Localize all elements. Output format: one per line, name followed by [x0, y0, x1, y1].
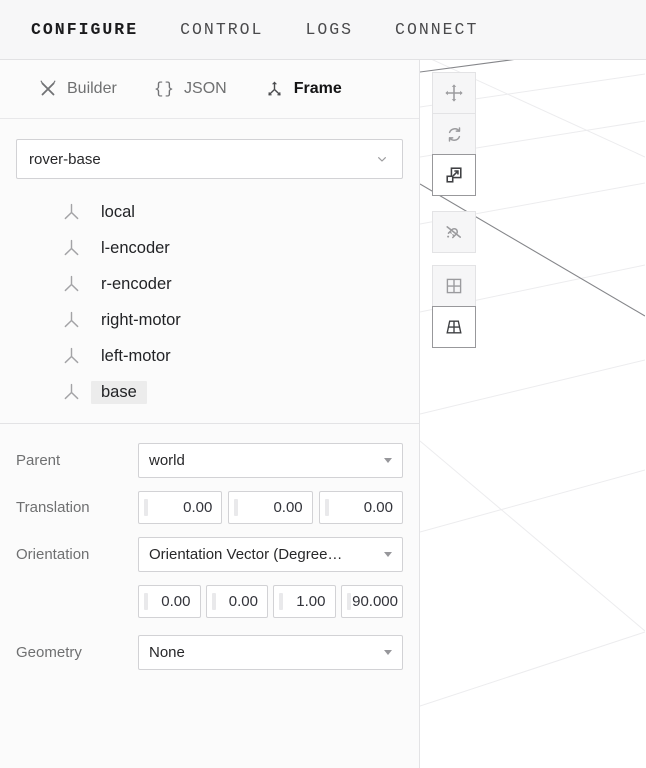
tree-item-l-encoder[interactable]: l-encoder	[16, 230, 403, 266]
caret-down-icon	[384, 650, 392, 655]
parent-label: Parent	[16, 452, 138, 469]
translation-row: Translation 0.00 0.00 0.00	[16, 491, 403, 524]
orientation-x-input[interactable]: 0.00	[138, 585, 201, 618]
snap-toggle-button[interactable]	[432, 211, 476, 253]
parent-row: Parent world	[16, 443, 403, 478]
tree-item-base[interactable]: base	[16, 374, 403, 410]
axes-icon	[60, 237, 83, 260]
braces-icon: {}	[154, 80, 175, 98]
frame-tree: local l-encoder r-encoder right-motor	[16, 194, 403, 410]
main-nav: CONFIGURE CONTROL LOGS CONNECT	[0, 0, 646, 60]
tab-frame[interactable]: Frame	[264, 79, 342, 100]
viewport-3d[interactable]	[420, 60, 646, 768]
tree-item-local[interactable]: local	[16, 194, 403, 230]
axis-accent-bar	[325, 499, 329, 516]
grid-2d-button[interactable]	[432, 265, 476, 307]
caret-down-icon	[384, 552, 392, 557]
frame-form: Parent world Translation 0.00 0.00	[16, 424, 403, 670]
main-area: Builder {} JSON Frame rover-base	[0, 60, 646, 768]
geometry-select[interactable]: None	[138, 635, 403, 670]
axes-icon	[60, 345, 83, 368]
tree-item-label: local	[91, 201, 145, 224]
viewport-toolbar	[432, 72, 476, 348]
caret-down-icon	[384, 458, 392, 463]
geometry-label: Geometry	[16, 644, 138, 661]
translation-label: Translation	[16, 499, 138, 516]
tab-json-label: JSON	[184, 80, 227, 98]
axis-accent-bar	[212, 593, 216, 610]
tab-configure[interactable]: CONFIGURE	[31, 20, 138, 39]
tools-icon	[38, 79, 58, 99]
translate-tool-button[interactable]	[432, 72, 476, 114]
tree-item-label: left-motor	[91, 345, 181, 368]
chevron-down-icon	[374, 151, 390, 167]
geometry-row: Geometry None	[16, 635, 403, 670]
axis-accent-bar	[144, 499, 148, 516]
axis-accent-bar	[279, 593, 283, 610]
scale-tool-button[interactable]	[432, 154, 476, 196]
flat-grid-icon	[443, 275, 465, 297]
translation-z-input[interactable]: 0.00	[319, 491, 403, 524]
snap-off-icon	[443, 221, 465, 243]
geometry-select-value: None	[149, 644, 185, 661]
orientation-label: Orientation	[16, 546, 138, 563]
axis-accent-bar	[234, 499, 238, 516]
axes-icon	[60, 201, 83, 224]
tab-builder-label: Builder	[67, 80, 117, 98]
tab-frame-label: Frame	[294, 80, 342, 98]
scale-icon	[443, 164, 465, 186]
orientation-row: Orientation Orientation Vector (Degree…	[16, 537, 403, 572]
axes-icon	[60, 273, 83, 296]
grid-perspective-button[interactable]	[432, 306, 476, 348]
rotate-tool-button[interactable]	[432, 113, 476, 155]
orientation-type-value: Orientation Vector (Degree…	[149, 546, 342, 563]
main-nav-tabs: CONFIGURE CONTROL LOGS CONNECT	[31, 20, 478, 39]
move-icon	[443, 82, 465, 104]
orientation-z-input[interactable]: 1.00	[273, 585, 336, 618]
toolbar-gap	[432, 196, 476, 212]
axes-icon	[264, 79, 285, 100]
config-panel: Builder {} JSON Frame rover-base	[0, 60, 420, 768]
axis-accent-bar	[347, 593, 351, 610]
config-subnav: Builder {} JSON Frame	[0, 60, 419, 119]
orientation-type-select[interactable]: Orientation Vector (Degree…	[138, 537, 403, 572]
component-select-value: rover-base	[29, 151, 101, 168]
tree-item-right-motor[interactable]: right-motor	[16, 302, 403, 338]
parent-select[interactable]: world	[138, 443, 403, 478]
tab-logs[interactable]: LOGS	[305, 20, 353, 39]
orientation-values-row: 0.00 0.00 1.00 90.000	[16, 585, 403, 618]
axes-icon	[60, 381, 83, 404]
tree-item-label: l-encoder	[91, 237, 180, 260]
tree-item-label: base	[91, 381, 147, 404]
axes-icon	[60, 309, 83, 332]
orientation-theta-input[interactable]: 90.000	[341, 585, 404, 618]
tab-json[interactable]: {} JSON	[154, 80, 227, 98]
tree-item-label: r-encoder	[91, 273, 182, 296]
viam-app: CONFIGURE CONTROL LOGS CONNECT Builder {…	[0, 0, 646, 768]
translation-y-input[interactable]: 0.00	[228, 491, 312, 524]
tree-item-r-encoder[interactable]: r-encoder	[16, 266, 403, 302]
tab-connect[interactable]: CONNECT	[395, 20, 478, 39]
translation-x-input[interactable]: 0.00	[138, 491, 222, 524]
perspective-grid-icon	[443, 316, 465, 338]
axis-accent-bar	[144, 593, 148, 610]
tree-item-left-motor[interactable]: left-motor	[16, 338, 403, 374]
orientation-y-input[interactable]: 0.00	[206, 585, 269, 618]
component-select[interactable]: rover-base	[16, 139, 403, 179]
rotate-icon	[444, 124, 465, 145]
parent-select-value: world	[149, 452, 185, 469]
tab-builder[interactable]: Builder	[38, 79, 117, 99]
frame-panel-content: rover-base local l-encoder	[0, 119, 419, 768]
tab-control[interactable]: CONTROL	[180, 20, 263, 39]
tree-item-label: right-motor	[91, 309, 191, 332]
